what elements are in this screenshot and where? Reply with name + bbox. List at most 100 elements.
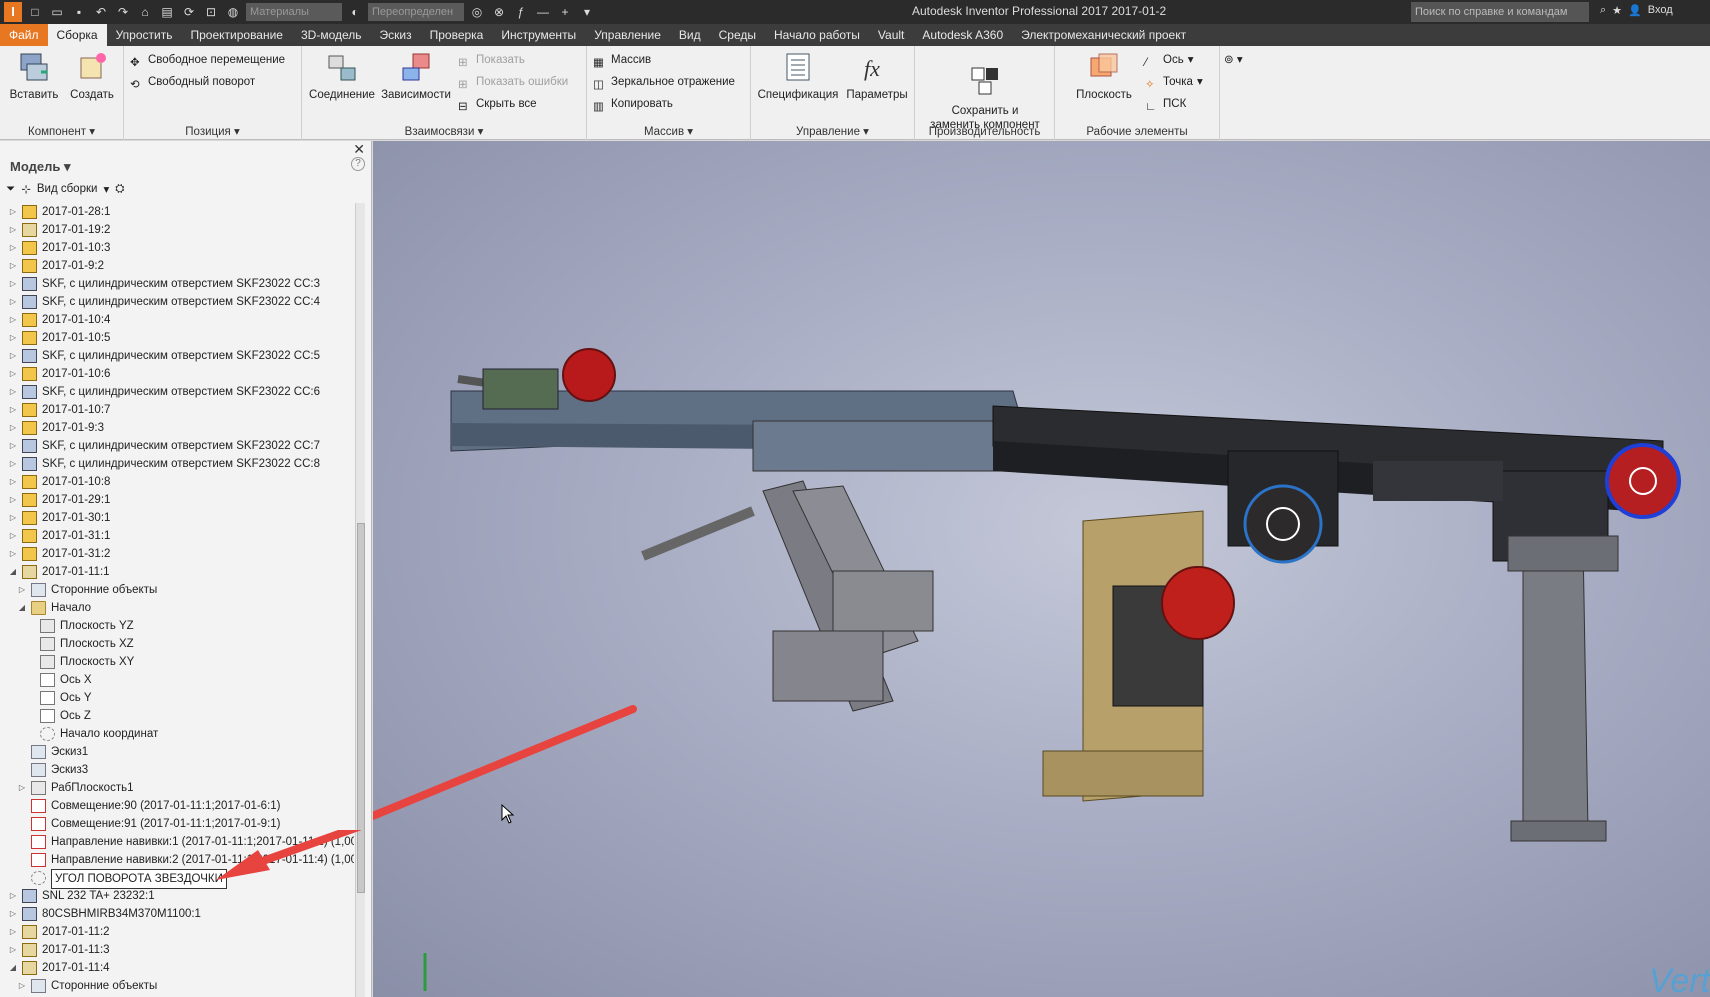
hide-all-button[interactable]: ⊟ Скрыть все [458,94,537,114]
ribbon-options-button[interactable]: ⊚ ▾ [1224,50,1243,70]
bom-button[interactable]: Спецификация [755,50,841,101]
tree-node[interactable]: Ось Y [0,689,354,707]
group-relations-label[interactable]: Взаимосвязи ▾ [302,124,586,138]
signin-area[interactable]: ⌕ ★ 👤 Вход [1600,4,1673,17]
tree-node[interactable]: ▷ 2017-01-11:3 [0,941,354,959]
expand-icon[interactable]: ▷ [8,473,18,491]
star-icon[interactable]: ★ [1612,4,1622,17]
tree-node[interactable]: ▷ 2017-01-10:8 [0,473,354,491]
group-pattern-label[interactable]: Массив ▾ [587,124,750,138]
expand-icon[interactable]: ▷ [17,779,27,797]
update-icon[interactable]: ⟳ [180,4,198,20]
tab-item[interactable]: Электромеханический проект [1012,24,1195,46]
expand-icon[interactable]: ▷ [8,347,18,365]
tree-node[interactable]: Ось Z [0,707,354,725]
pattern-button[interactable]: ▦ Массив [593,50,651,70]
expand-icon[interactable]: ▷ [8,401,18,419]
expand-icon[interactable]: ▷ [8,545,18,563]
mirror-button[interactable]: ◫ Зеркальное отражение [593,72,735,92]
tree-node[interactable]: Совмещение:90 (2017-01-11:1;2017-01-6:1) [0,797,354,815]
customize-icon[interactable]: ▾ [578,4,596,20]
tree-node[interactable]: Плоскость XZ [0,635,354,653]
tree-node[interactable]: ▷ 2017-01-10:4 [0,311,354,329]
tree-node[interactable]: ▷ 2017-01-31:2 [0,545,354,563]
plane-button[interactable]: Плоскость [1059,50,1149,101]
select-icon[interactable]: ⊡ [202,4,220,20]
insert-button[interactable]: Вставить [8,50,60,101]
save-icon[interactable]: ▪ [70,4,88,20]
tree-node[interactable]: ▷ РабПлоскость1 [0,779,354,797]
join-button[interactable]: Соединение [306,50,378,101]
signin-label[interactable]: Вход [1648,4,1673,17]
tree-node[interactable]: ▷ 2017-01-28:1 [0,203,354,221]
filter-icon[interactable]: ⏷ [6,183,15,196]
open-icon[interactable]: ▭ [48,4,66,20]
tab-item[interactable]: 3D-модель [292,24,371,46]
tab-file[interactable]: Файл [0,24,48,46]
expand-icon[interactable]: ▷ [8,383,18,401]
tree-node[interactable]: ▷ 2017-01-9:3 [0,419,354,437]
view-selector[interactable]: Вид сборки [37,183,98,195]
tree-node[interactable]: ▷ SKF, с цилиндрическим отверстием SKF230… [0,455,354,473]
collapse-icon[interactable]: ◢ [8,563,18,581]
tree-node[interactable]: Плоскость XY [0,653,354,671]
group-position-label[interactable]: Позиция ▾ [124,124,301,138]
tab-item[interactable]: Сборка [47,24,107,46]
tree-node[interactable]: ▷ Сторонние объекты [0,581,354,599]
tab-item[interactable]: Вид [670,24,710,46]
tree-node[interactable]: ▷ SKF, с цилиндрическим отверстием SKF230… [0,293,354,311]
tab-item[interactable]: Autodesk A360 [913,24,1012,46]
fx-icon[interactable]: ƒ [512,4,530,20]
color-wheel-icon[interactable]: ◍ [224,4,242,20]
tree-node[interactable]: ◢ 2017-01-11:1 [0,563,354,581]
tree-node[interactable]: ▷ 80CSBHMIRB34M370M1100:1 [0,905,354,923]
help-icon[interactable]: ? [351,157,365,171]
params-button[interactable]: fx Параметры [843,50,911,101]
collapse-icon[interactable]: ◢ [17,599,27,617]
tree-node[interactable]: ▷ SKF, с цилиндрическим отверстием SKF230… [0,275,354,293]
tree-node[interactable]: ▷ 2017-01-11:2 [0,923,354,941]
expand-icon[interactable]: ▷ [8,221,18,239]
inventor-logo[interactable]: I [4,2,22,22]
tab-item[interactable]: Инструменты [492,24,585,46]
expand-icon[interactable]: ▷ [8,491,18,509]
expand-icon[interactable]: ▷ [8,437,18,455]
expand-icon[interactable]: ▷ [8,923,18,941]
search-icon[interactable]: ⌕ [1600,4,1606,17]
show-errors-button[interactable]: ⊞ Показать ошибки [458,72,568,92]
tree-node[interactable]: ▷ 2017-01-10:3 [0,239,354,257]
new-icon[interactable]: □ [26,4,44,20]
tree-node[interactable]: ▷ Сторонние объекты [0,977,354,995]
tab-item[interactable]: Начало работы [765,24,869,46]
tab-item[interactable]: Среды [710,24,765,46]
undo-icon[interactable]: ↶ [92,4,110,20]
tab-item[interactable]: Проверка [421,24,493,46]
tree-node[interactable]: ◢ Начало [0,599,354,617]
expand-icon[interactable]: ▷ [8,203,18,221]
tree-node[interactable]: ▷ 2017-01-19:2 [0,221,354,239]
clear-icon[interactable]: ⊗ [490,4,508,20]
copy-button[interactable]: ▥ Копировать [593,94,673,114]
tab-item[interactable]: Эскиз [371,24,421,46]
expand-icon[interactable]: ▷ [8,311,18,329]
tree-node[interactable]: ▷ SKF, с цилиндрическим отверстием SKF230… [0,347,354,365]
expand-icon[interactable]: ▷ [8,455,18,473]
help-search-input[interactable]: Поиск по справке и командам [1411,2,1589,22]
expand-icon[interactable]: ▷ [8,329,18,347]
expand-icon[interactable]: ▷ [8,905,18,923]
tree-node[interactable]: ▷ SKF, с цилиндрическим отверстием SKF230… [0,437,354,455]
expand-icon[interactable]: ▷ [8,527,18,545]
expand-icon[interactable]: ▷ [17,581,27,599]
axis-button[interactable]: ⁄ Ось ▾ [1145,50,1193,70]
appearance-icon[interactable]: ◐ [346,4,364,20]
expand-icon[interactable]: ▷ [8,419,18,437]
tree-node[interactable]: Эскиз3 [0,761,354,779]
tree-node[interactable]: ▷ 2017-01-9:2 [0,257,354,275]
group-component-label[interactable]: Компонент ▾ [0,124,123,138]
ucs-button[interactable]: ∟ ПСК [1145,94,1186,114]
chevron-down-icon[interactable]: ▾ [103,182,109,196]
tree-node[interactable]: Начало координат [0,725,354,743]
tree-node[interactable]: ▷ SKF, с цилиндрическим отверстием SKF230… [0,383,354,401]
tree-node[interactable]: ▷ 2017-01-29:1 [0,491,354,509]
tree-node[interactable]: ◢ 2017-01-11:4 [0,959,354,977]
